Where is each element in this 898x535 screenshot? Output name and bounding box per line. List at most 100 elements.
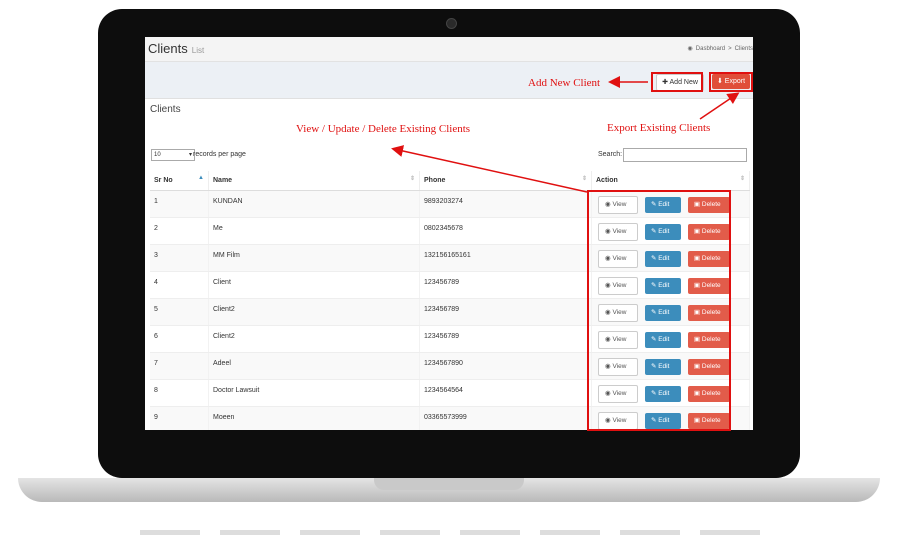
table-body: 1 KUNDAN 9893203274 ◉ View ✎ Edit ▣ Delete 2… xyxy=(150,190,750,430)
cell-sr: 1 xyxy=(150,190,209,218)
table-row: 9 Moeen 03365573999 ◉ View ✎ Edit ▣ Delete xyxy=(150,406,750,430)
annotation-add-new: Add New Client xyxy=(528,77,601,89)
view-button[interactable]: ◉ View xyxy=(598,277,638,295)
trash-icon: ▣ xyxy=(693,255,701,262)
edit-label: Edit xyxy=(658,363,670,370)
edit-button[interactable]: ✎ Edit xyxy=(644,251,681,267)
export-button[interactable]: ⬇ Export xyxy=(712,74,750,89)
records-per-page-select[interactable]: 10 ▾ xyxy=(151,149,195,161)
eye-icon: ◉ xyxy=(605,255,611,262)
edit-button[interactable]: ✎ Edit xyxy=(644,359,681,375)
view-label: View xyxy=(612,255,627,262)
cell-actions: ◉ View ✎ Edit ▣ Delete xyxy=(591,271,750,299)
cell-name: Client xyxy=(208,271,420,299)
view-label: View xyxy=(612,363,627,370)
search-input[interactable] xyxy=(623,148,747,162)
delete-button[interactable]: ▣ Delete xyxy=(687,386,730,402)
edit-icon: ✎ xyxy=(650,309,657,316)
trash-icon: ▣ xyxy=(693,309,701,316)
edit-icon: ✎ xyxy=(650,336,657,343)
edit-button[interactable]: ✎ Edit xyxy=(644,278,681,294)
edit-label: Edit xyxy=(658,390,670,397)
view-button[interactable]: ◉ View xyxy=(598,196,638,214)
cell-phone: 9893203274 xyxy=(419,190,592,218)
table-row: 6 Client2 123456789 ◉ View ✎ Edit ▣ Delete xyxy=(150,325,750,353)
add-new-button[interactable]: ✚ Add New xyxy=(656,74,704,91)
eye-icon: ◉ xyxy=(605,336,611,343)
view-button[interactable]: ◉ View xyxy=(598,223,638,241)
delete-button[interactable]: ▣ Delete xyxy=(687,332,730,348)
view-button[interactable]: ◉ View xyxy=(598,304,638,322)
delete-button[interactable]: ▣ Delete xyxy=(687,278,730,294)
col-sr-no[interactable]: Sr No ▲ xyxy=(150,171,209,191)
edit-button[interactable]: ✎ Edit xyxy=(644,332,681,348)
table-row: 4 Client 123456789 ◉ View ✎ Edit ▣ Delete xyxy=(150,271,750,299)
edit-button[interactable]: ✎ Edit xyxy=(644,305,681,321)
cell-actions: ◉ View ✎ Edit ▣ Delete xyxy=(591,190,750,218)
delete-label: Delete xyxy=(701,201,721,208)
search-label: Search: xyxy=(598,151,623,158)
view-button[interactable]: ◉ View xyxy=(598,412,638,430)
edit-icon: ✎ xyxy=(650,417,657,424)
cell-phone: 03365573999 xyxy=(419,406,592,430)
edit-button[interactable]: ✎ Edit xyxy=(644,197,681,213)
delete-button[interactable]: ▣ Delete xyxy=(687,251,730,267)
delete-button[interactable]: ▣ Delete xyxy=(687,224,730,240)
edit-icon: ✎ xyxy=(650,282,657,289)
trash-icon: ▣ xyxy=(693,363,701,370)
view-button[interactable]: ◉ View xyxy=(598,331,638,349)
table-row: 3 MM Film 132156165161 ◉ View ✎ Edit ▣ Dele… xyxy=(150,244,750,272)
edit-label: Edit xyxy=(658,417,670,424)
cell-actions: ◉ View ✎ Edit ▣ Delete xyxy=(591,217,750,245)
col-name[interactable]: Name ⇕ xyxy=(208,171,420,191)
edit-label: Edit xyxy=(658,336,670,343)
trash-icon: ▣ xyxy=(693,282,701,289)
cell-sr: 8 xyxy=(150,379,209,407)
delete-label: Delete xyxy=(701,417,721,424)
edit-label: Edit xyxy=(658,255,670,262)
cell-phone: 1234567890 xyxy=(419,352,592,380)
delete-label: Delete xyxy=(701,390,721,397)
edit-button[interactable]: ✎ Edit xyxy=(644,224,681,240)
breadcrumb-home[interactable]: Dasbhoard xyxy=(696,46,725,52)
view-label: View xyxy=(612,417,627,424)
eye-icon: ◉ xyxy=(605,228,611,235)
delete-button[interactable]: ▣ Delete xyxy=(687,305,730,321)
delete-button[interactable]: ▣ Delete xyxy=(687,359,730,375)
content-header: Clients List ◉ Dasbhoard > Clients xyxy=(145,37,753,62)
view-label: View xyxy=(612,201,627,208)
edit-icon: ✎ xyxy=(650,201,657,208)
cell-actions: ◉ View ✎ Edit ▣ Delete xyxy=(591,352,750,380)
sort-icon: ⇕ xyxy=(409,176,415,182)
cell-sr: 4 xyxy=(150,271,209,299)
view-button[interactable]: ◉ View xyxy=(598,250,638,268)
trash-icon: ▣ xyxy=(693,417,701,424)
delete-button[interactable]: ▣ Delete xyxy=(687,413,730,429)
cell-actions: ◉ View ✎ Edit ▣ Delete xyxy=(591,244,750,272)
screen: Clients List ◉ Dasbhoard > Clients ✚ Add … xyxy=(145,37,753,430)
col-phone[interactable]: Phone ⇕ xyxy=(419,171,592,191)
view-label: View xyxy=(612,390,627,397)
delete-button[interactable]: ▣ Delete xyxy=(687,197,730,213)
edit-button[interactable]: ✎ Edit xyxy=(644,413,681,429)
eye-icon: ◉ xyxy=(605,417,611,424)
cell-name: Client2 xyxy=(208,298,420,326)
trash-icon: ▣ xyxy=(693,390,701,397)
view-button[interactable]: ◉ View xyxy=(598,385,638,403)
edit-button[interactable]: ✎ Edit xyxy=(644,386,681,402)
eye-icon: ◉ xyxy=(605,282,611,289)
cell-phone: 0802345678 xyxy=(419,217,592,245)
delete-label: Delete xyxy=(701,282,721,289)
breadcrumb: ◉ Dasbhoard > Clients xyxy=(688,45,753,53)
cell-sr: 2 xyxy=(150,217,209,245)
eye-icon: ◉ xyxy=(605,363,611,370)
col-action[interactable]: Action ⇕ xyxy=(591,171,750,191)
edit-label: Edit xyxy=(658,282,670,289)
col-sr-no-label: Sr No xyxy=(154,177,173,184)
cell-phone: 123456789 xyxy=(419,271,592,299)
edit-icon: ✎ xyxy=(650,390,657,397)
cell-name: Adeel xyxy=(208,352,420,380)
cell-name: Client2 xyxy=(208,325,420,353)
cell-phone: 1234564564 xyxy=(419,379,592,407)
view-button[interactable]: ◉ View xyxy=(598,358,638,376)
